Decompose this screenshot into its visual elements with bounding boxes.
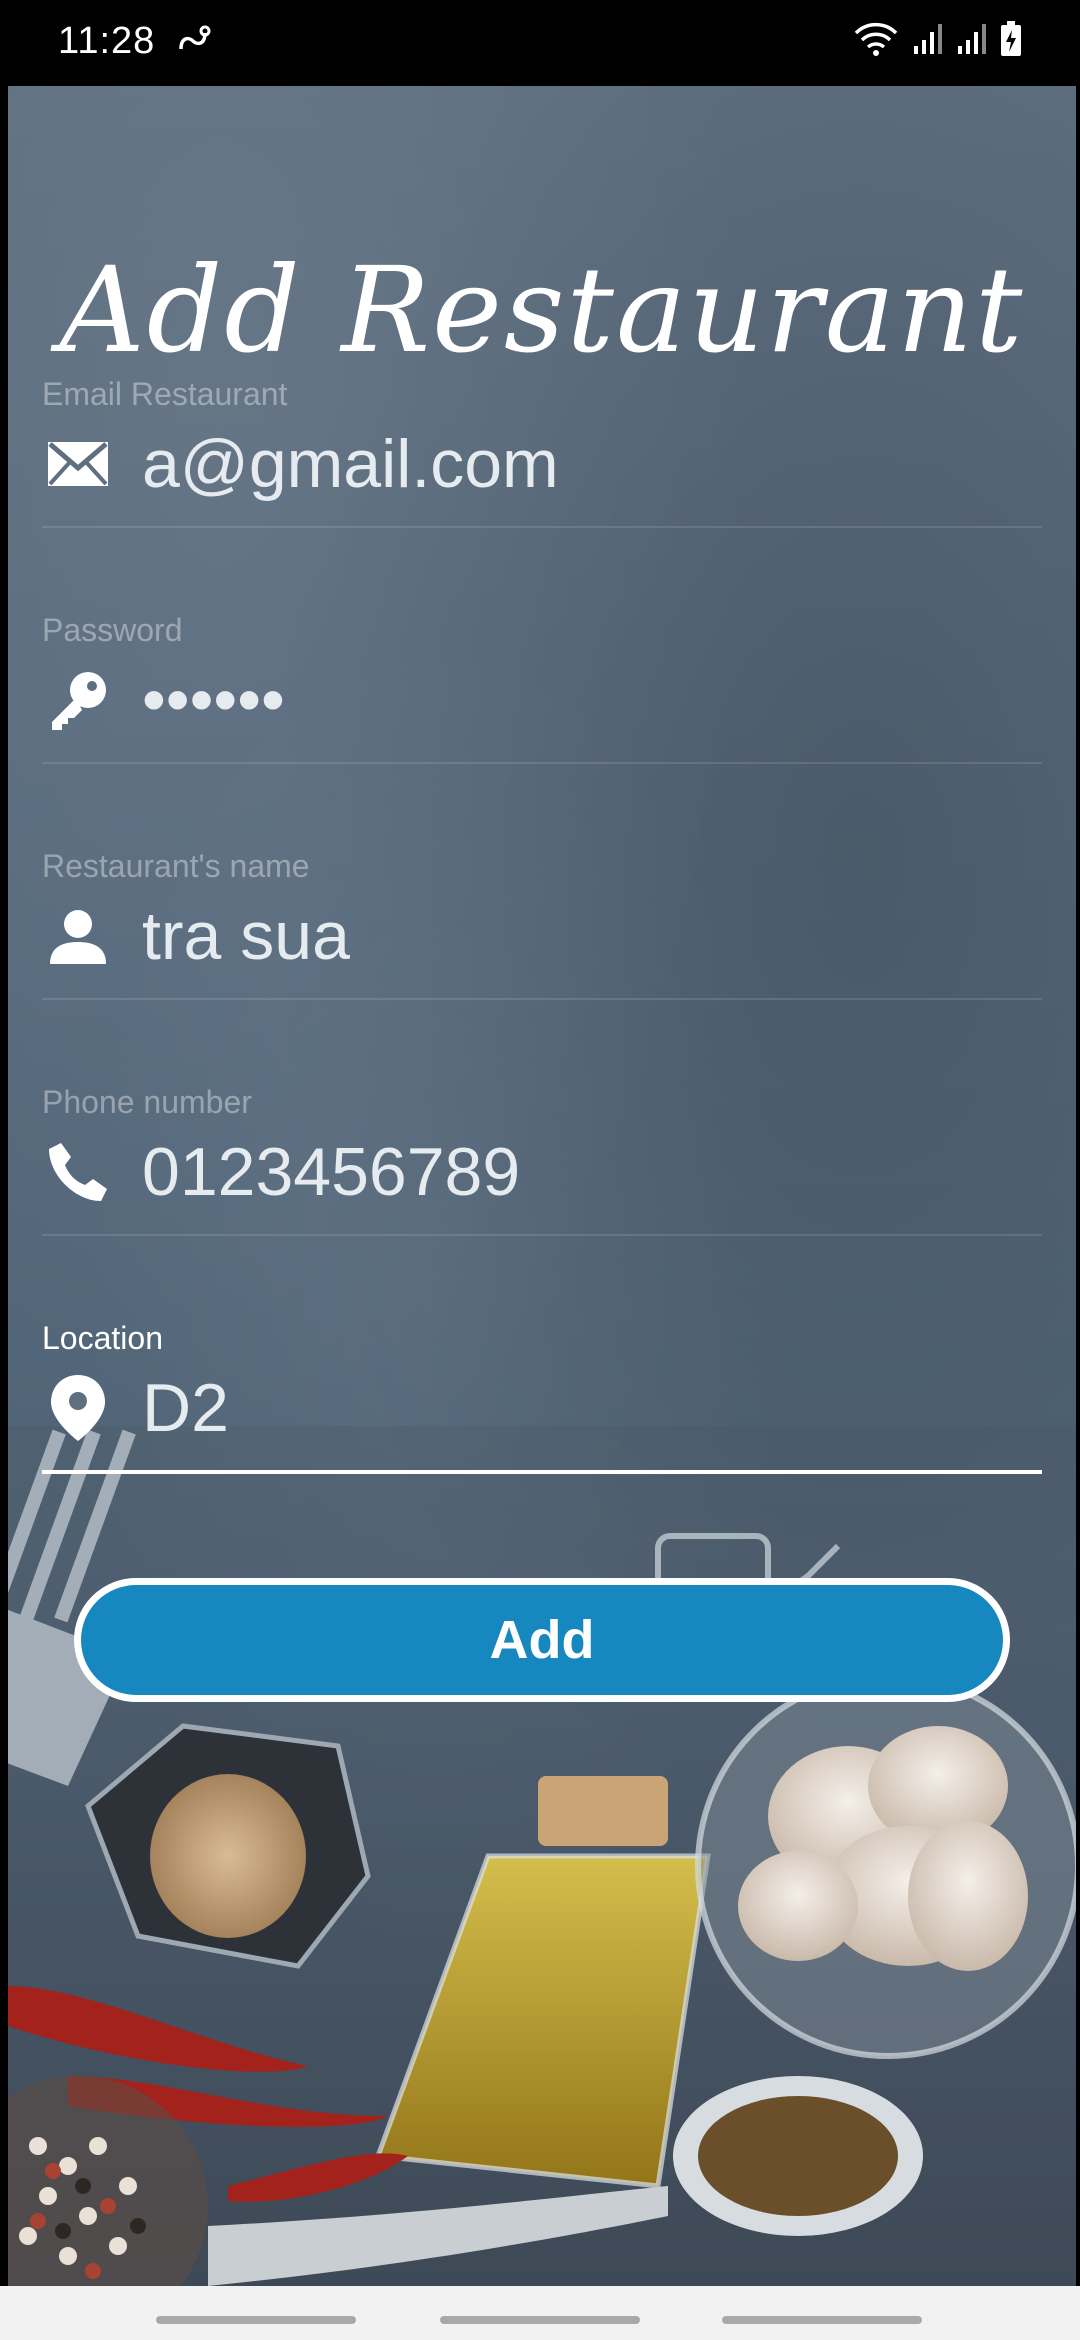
page-title: Add Restaurant <box>59 241 1025 379</box>
phone-label: Phone number <box>42 1084 252 1120</box>
person-icon <box>42 900 114 972</box>
status-time: 11:28 <box>58 19 156 62</box>
status-bar: 11:28 <box>0 0 1080 82</box>
signal-icon-1 <box>912 22 942 60</box>
wifi-icon <box>854 21 898 61</box>
password-underline <box>42 762 1042 764</box>
phone-input[interactable]: 0123456789 <box>142 1133 520 1211</box>
password-label: Password <box>42 612 183 648</box>
phone-icon <box>42 1136 114 1208</box>
nav-back-button[interactable] <box>722 2316 922 2324</box>
location-pin-icon <box>42 1372 114 1444</box>
battery-icon <box>1000 21 1022 61</box>
email-underline <box>42 526 1042 528</box>
phone-underline <box>42 1234 1042 1236</box>
location-label: Location <box>42 1320 163 1356</box>
navigation-bar <box>0 2286 1080 2340</box>
email-label: Email Restaurant <box>42 376 288 412</box>
key-icon <box>42 664 114 736</box>
nav-recent-apps-button[interactable] <box>156 2316 356 2324</box>
envelope-icon <box>42 428 114 500</box>
location-input[interactable]: D2 <box>142 1369 229 1447</box>
food-background-image <box>8 1426 1076 2286</box>
link-icon <box>175 23 211 59</box>
email-input[interactable]: a@gmail.com <box>142 425 559 503</box>
password-input[interactable]: •••••• <box>142 661 285 739</box>
location-underline <box>42 1470 1042 1474</box>
restaurant-name-input[interactable]: tra sua <box>142 897 350 975</box>
restaurant-name-label: Restaurant's name <box>42 848 310 884</box>
signal-icon-2 <box>956 22 986 60</box>
add-restaurant-screen: Add Restaurant Email Restaurant a@gmail.… <box>8 86 1076 2286</box>
add-button[interactable]: Add <box>74 1578 1010 1702</box>
restaurant-name-underline <box>42 998 1042 1000</box>
nav-home-button[interactable] <box>440 2316 640 2324</box>
